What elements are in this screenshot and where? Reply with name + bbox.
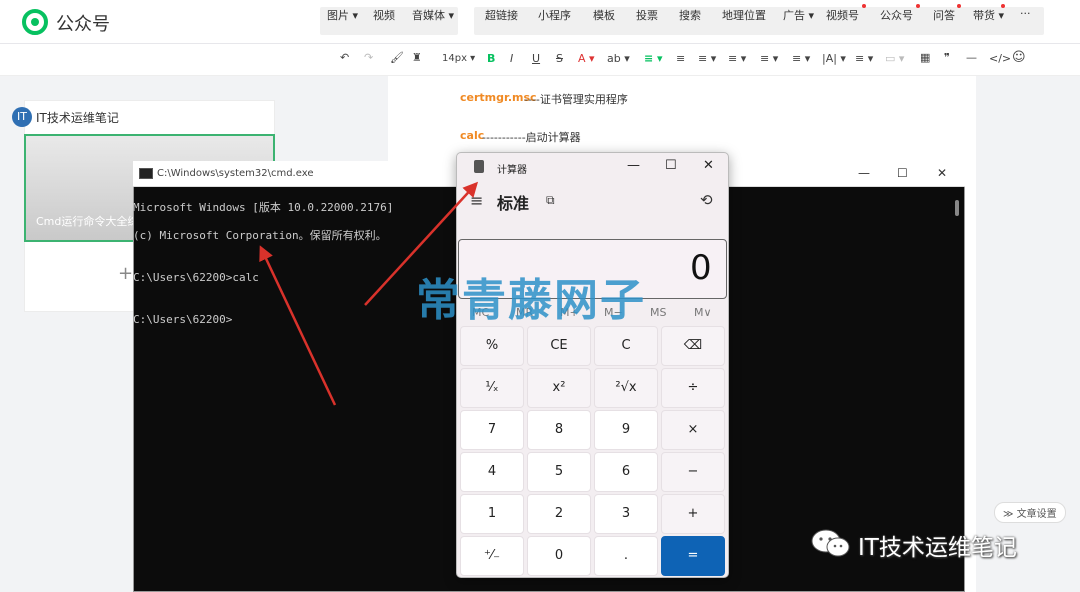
account-watermark: IT技术运维笔记 <box>858 535 1017 561</box>
watermark-text: 常青藤网子 <box>416 275 646 326</box>
wechat-icon <box>811 529 850 557</box>
arrow-to-calc-command <box>259 245 337 406</box>
article-settings-button[interactable]: ≫ 文章设置 <box>994 502 1066 523</box>
